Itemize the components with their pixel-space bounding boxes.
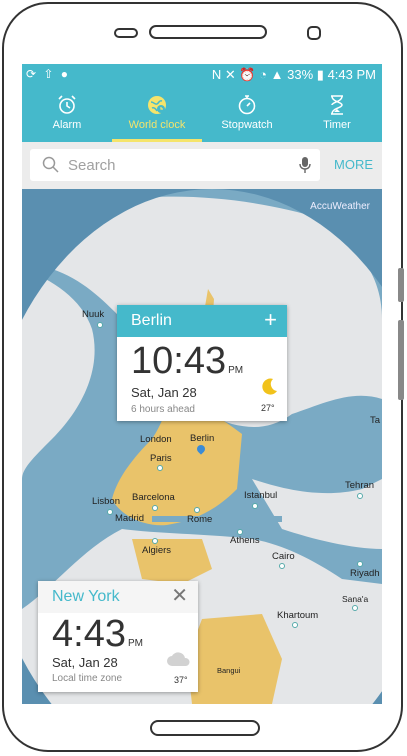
status-right: N ✕ ⏰ ◔ ▲ 33% ▮ 4:43 PM [212, 67, 376, 83]
tab-timer-label: Timer [323, 119, 351, 131]
tab-alarm-label: Alarm [52, 119, 82, 131]
city-label-london: London [140, 434, 172, 445]
city-dot [194, 507, 200, 513]
city-label-ta: Ta [370, 415, 381, 426]
proximity-sensor [114, 28, 138, 38]
city-dot [357, 493, 363, 499]
card-time-offset: 6 hours ahead [131, 404, 195, 415]
screen: ⟳ ⇧ ● N ✕ ⏰ ◔ ▲ 33% ▮ 4:43 PM Alarm Worl… [22, 64, 382, 704]
card-ampm: PM [228, 365, 244, 376]
world-clock-card-berlin[interactable]: Berlin + 10:43 PM Sat, Jan 28 6 hours ahe… [117, 305, 287, 421]
status-bar: ⟳ ⇧ ● N ✕ ⏰ ◔ ▲ 33% ▮ 4:43 PM [22, 64, 382, 86]
world-clock-card-new-york[interactable]: New York ✕ 4:43 PM Sat, Jan 28 Local time… [38, 581, 198, 692]
tab-timer[interactable]: Timer [292, 86, 382, 142]
card-temperature: 37° [174, 675, 188, 685]
home-button[interactable] [150, 720, 260, 736]
card-time-offset: Local time zone [52, 673, 123, 684]
side-button[interactable] [398, 320, 404, 400]
tab-bar: Alarm World clock Stopwatch Timer [22, 86, 382, 142]
battery-icon: ▮ [316, 67, 324, 82]
search-box [30, 149, 320, 181]
card-time: 10:43 PM [131, 340, 243, 383]
world-map[interactable]: AccuWeather Nuuk London Berlin Paris Lis… [22, 189, 382, 704]
globe-clock-icon [112, 94, 202, 116]
front-camera [307, 26, 321, 40]
moon-icon [259, 377, 279, 402]
stopwatch-icon [202, 94, 292, 116]
city-dot [357, 561, 363, 567]
accuweather-logo: AccuWeather [310, 201, 370, 212]
city-label-sanaa: Sana'a [342, 594, 369, 604]
alarm-icon [22, 94, 112, 116]
add-icon[interactable]: + [264, 308, 277, 332]
tab-world-clock[interactable]: World clock [112, 86, 202, 142]
city-label-paris: Paris [150, 453, 172, 464]
search-input[interactable] [60, 149, 288, 181]
tab-world-clock-label: World clock [128, 119, 186, 131]
card-temperature: 27° [261, 403, 275, 413]
hourglass-icon [292, 94, 382, 116]
city-label-istanbul: Istanbul [244, 490, 278, 501]
city-dot [252, 503, 258, 509]
city-dot [279, 563, 285, 569]
search-icon [42, 156, 60, 179]
city-label-rome: Rome [187, 514, 213, 525]
tab-stopwatch-label: Stopwatch [221, 119, 273, 131]
card-city-name: Berlin [131, 312, 172, 329]
city-label-tehran: Tehran [345, 480, 375, 491]
earpiece-speaker [149, 25, 267, 39]
city-label-algiers: Algiers [142, 545, 172, 556]
close-icon[interactable]: ✕ [171, 584, 188, 608]
card-header: Berlin + [117, 305, 287, 337]
city-label-athens: Athens [230, 535, 260, 546]
card-date: Sat, Jan 28 [131, 385, 197, 400]
card-date: Sat, Jan 28 [52, 655, 118, 670]
card-time-value: 4:43 [52, 613, 126, 655]
card-time: 4:43 PM [52, 613, 143, 656]
city-dot [157, 465, 163, 471]
city-label-bangui: Bangui [217, 666, 241, 675]
cloud-icon [166, 651, 192, 672]
city-label-berlin: Berlin [190, 433, 215, 444]
more-button[interactable]: MORE [334, 157, 373, 172]
microphone-icon[interactable] [298, 156, 312, 179]
notification-icons: ⟳ ⇧ ● [26, 67, 71, 81]
city-dot [152, 505, 158, 511]
card-time-value: 10:43 [131, 340, 227, 382]
city-dot [352, 605, 358, 611]
city-dot [107, 509, 113, 515]
status-time: 4:43 PM [327, 67, 376, 82]
city-label-cairo: Cairo [272, 551, 295, 562]
city-label-barcelona: Barcelona [132, 492, 175, 503]
city-dot [97, 322, 103, 328]
card-header: New York ✕ [38, 581, 198, 613]
city-label-riyadh: Riyadh [350, 568, 380, 579]
city-dot [152, 538, 158, 544]
city-label-nuuk: Nuuk [82, 309, 105, 320]
city-label-khartoum: Khartoum [277, 610, 319, 621]
card-ampm: PM [127, 638, 143, 649]
status-icons: N ✕ ⏰ ◔ ▲ [211, 67, 284, 82]
battery-level: 33% [287, 67, 314, 82]
city-dot [237, 529, 243, 535]
volume-button[interactable] [398, 268, 404, 302]
card-city-name: New York [52, 588, 120, 605]
tab-stopwatch[interactable]: Stopwatch [202, 86, 292, 142]
search-bar: MORE [22, 142, 382, 189]
city-label-madrid: Madrid [115, 513, 145, 524]
tab-alarm[interactable]: Alarm [22, 86, 112, 142]
city-label-lisbon: Lisbon [92, 496, 120, 507]
city-dot [292, 622, 298, 628]
